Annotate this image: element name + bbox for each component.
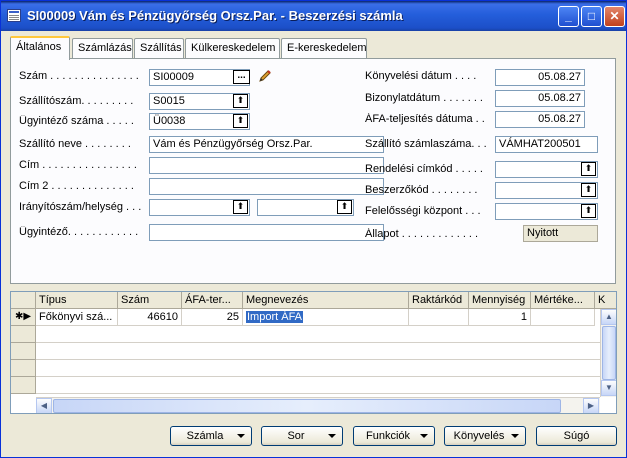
label-rendelesi-cimkod: Rendelési címkód . . . . . bbox=[365, 163, 483, 175]
cell-szam[interactable]: 46610 bbox=[118, 309, 182, 326]
label-cim: Cím . . . . . . . . . . . . . . . . bbox=[19, 159, 137, 171]
lookup-up-arrow-icon[interactable]: ⬆ bbox=[233, 200, 248, 214]
cell-mertekegyseg[interactable] bbox=[531, 309, 595, 326]
sor-label: Sor bbox=[287, 430, 305, 442]
label-konyvelesi-datum: Könyvelési dátum . . . . bbox=[365, 70, 477, 82]
col-header-megnevezes[interactable]: Megnevezés bbox=[243, 292, 409, 309]
field-konyvelesi-datum[interactable]: 05.08.27 bbox=[495, 69, 585, 86]
window-title: SI00009 Vám és Pénzügyőrség Orsz.Par. - … bbox=[27, 8, 403, 23]
label-beszerzokod: Beszerzőkód . . . . . . . . bbox=[365, 184, 478, 196]
col-header-szam[interactable]: Szám bbox=[118, 292, 182, 309]
konyveles-label: Könyvelés bbox=[453, 430, 505, 442]
dropdown-arrow-icon bbox=[237, 434, 245, 438]
col-header-mennyiseg[interactable]: Mennyiség bbox=[469, 292, 531, 309]
tab-kulkereskedelem[interactable]: Külkereskedelem bbox=[185, 38, 280, 59]
funkciok-menu-button[interactable]: Funkciók bbox=[353, 426, 435, 446]
close-button[interactable]: ✕ bbox=[604, 6, 625, 27]
maximize-button[interactable]: □ bbox=[581, 6, 602, 27]
field-cim[interactable] bbox=[149, 157, 384, 174]
lookup-up-arrow-icon[interactable]: ⬆ bbox=[581, 183, 596, 197]
sor-menu-button[interactable]: Sor bbox=[261, 426, 343, 446]
col-header-tipus[interactable]: Típus bbox=[36, 292, 118, 309]
tab-szallitas[interactable]: Szállítás bbox=[134, 38, 184, 59]
minimize-button[interactable]: _ bbox=[558, 6, 579, 27]
funkciok-label: Funkciók bbox=[365, 430, 411, 442]
label-szallito-szamlaszama: Szállító számlaszáma. . . bbox=[365, 138, 487, 150]
cell-afa[interactable]: 25 bbox=[182, 309, 243, 326]
general-tab-panel: Szám . . . . . . . . . . . . . . . SI000… bbox=[10, 58, 616, 284]
label-szallito-neve: Szállító neve . . . . . . . . bbox=[19, 138, 131, 150]
field-szallito-szamlaszama[interactable]: VÁMHAT200501 bbox=[495, 136, 598, 153]
cell-tipus[interactable]: Főkönyvi szá... bbox=[36, 309, 118, 326]
label-felelossegi-kozpont: Felelősségi központ . . . bbox=[365, 205, 481, 217]
dropdown-arrow-icon bbox=[328, 434, 336, 438]
col-header-raktarkod[interactable]: Raktárkód bbox=[409, 292, 469, 309]
col-header-k[interactable]: K bbox=[595, 292, 616, 309]
invoice-window: SI00009 Vám és Pénzügyőrség Orsz.Par. - … bbox=[0, 0, 627, 458]
col-header-mertekegyseg[interactable]: Mértéke... bbox=[531, 292, 595, 309]
lookup-up-arrow-icon[interactable]: ⬆ bbox=[581, 204, 596, 218]
label-afa-teljesites: ÁFA-teljesítés dátuma . . bbox=[365, 113, 485, 125]
tab-ekereskedelem[interactable]: E-kereskedelem bbox=[281, 38, 367, 59]
tab-altalanos[interactable]: Általános bbox=[10, 36, 70, 60]
label-iranyitoszam: Irányítószám/helység . . . bbox=[19, 201, 142, 213]
col-header-afa[interactable]: ÁFA-ter... bbox=[182, 292, 243, 309]
field-cim2[interactable] bbox=[149, 178, 384, 195]
lines-grid[interactable]: Típus Szám ÁFA-ter... Megnevezés Raktárk… bbox=[10, 291, 617, 414]
horizontal-scroll-thumb[interactable] bbox=[53, 399, 561, 413]
label-szam: Szám . . . . . . . . . . . . . . . bbox=[19, 70, 139, 82]
empty-row[interactable] bbox=[36, 360, 600, 377]
form-icon bbox=[7, 9, 21, 22]
cell-raktarkod[interactable] bbox=[409, 309, 469, 326]
cell-megnevezes-selected-text: Import ÁFA bbox=[246, 311, 304, 323]
field-szallito-neve[interactable]: Vám és Pénzügyőrség Orsz.Par. bbox=[149, 136, 384, 153]
field-bizonylatdatum[interactable]: 05.08.27 bbox=[495, 90, 585, 107]
lookup-up-arrow-icon[interactable]: ⬆ bbox=[233, 94, 248, 108]
scroll-left-icon[interactable]: ◀ bbox=[36, 398, 52, 413]
tab-szamlazas[interactable]: Számlázás bbox=[72, 38, 133, 59]
grid-corner bbox=[11, 292, 36, 309]
field-allapot: Nyitott bbox=[523, 225, 598, 242]
empty-row[interactable] bbox=[36, 326, 600, 343]
dropdown-arrow-icon bbox=[511, 434, 519, 438]
row-marker-empty[interactable] bbox=[11, 360, 36, 377]
empty-row[interactable] bbox=[36, 377, 600, 394]
row-marker-empty[interactable] bbox=[11, 343, 36, 360]
szamla-menu-button[interactable]: Számla bbox=[170, 426, 252, 446]
lookup-up-arrow-icon[interactable]: ⬆ bbox=[581, 162, 596, 176]
label-ugyintezo-szama: Ügyintéző száma . . . . . bbox=[19, 115, 134, 127]
title-bar[interactable]: SI00009 Vám és Pénzügyőrség Orsz.Par. - … bbox=[1, 1, 626, 31]
vertical-scroll-thumb[interactable] bbox=[602, 326, 616, 380]
horizontal-scrollbar[interactable]: ◀ ▶ bbox=[36, 397, 600, 413]
lookup-up-arrow-icon[interactable]: ⬆ bbox=[233, 114, 248, 128]
scroll-down-icon[interactable]: ▼ bbox=[601, 380, 616, 396]
row-marker-empty[interactable] bbox=[11, 377, 36, 394]
help-button[interactable]: Súgó bbox=[536, 426, 617, 446]
row-marker[interactable]: ✱▶ bbox=[11, 309, 36, 326]
empty-row[interactable] bbox=[36, 343, 600, 360]
pencil-icon[interactable] bbox=[257, 68, 273, 84]
cell-megnevezes[interactable]: Import ÁFA bbox=[243, 309, 409, 326]
row-marker-empty[interactable] bbox=[11, 326, 36, 343]
label-allapot: Állapot . . . . . . . . . . . . . bbox=[365, 228, 479, 240]
label-ugyintezo: Ügyintéző. . . . . . . . . . . . bbox=[19, 226, 139, 238]
vertical-scrollbar[interactable]: ▲ ▼ bbox=[600, 309, 616, 397]
field-afa-teljesites[interactable]: 05.08.27 bbox=[495, 111, 585, 128]
field-ugyintezo[interactable] bbox=[149, 224, 384, 241]
label-szallitoszam: Szállítószám. . . . . . . . . bbox=[19, 95, 134, 107]
cell-mennyiseg[interactable]: 1 bbox=[469, 309, 531, 326]
lookup-up-arrow-icon[interactable]: ⬆ bbox=[337, 200, 352, 214]
assist-edit-button[interactable]: ... bbox=[233, 70, 250, 84]
scroll-up-icon[interactable]: ▲ bbox=[601, 309, 616, 325]
label-bizonylatdatum: Bizonylatdátum . . . . . . . bbox=[365, 92, 483, 104]
label-cim2: Cím 2 . . . . . . . . . . . . . . bbox=[19, 180, 134, 192]
szamla-label: Számla bbox=[186, 430, 224, 442]
konyveles-menu-button[interactable]: Könyvelés bbox=[444, 426, 526, 446]
scroll-right-icon[interactable]: ▶ bbox=[583, 398, 599, 413]
tab-container: Általános Számlázás Szállítás Külkereske… bbox=[10, 36, 617, 285]
dropdown-arrow-icon bbox=[420, 434, 428, 438]
